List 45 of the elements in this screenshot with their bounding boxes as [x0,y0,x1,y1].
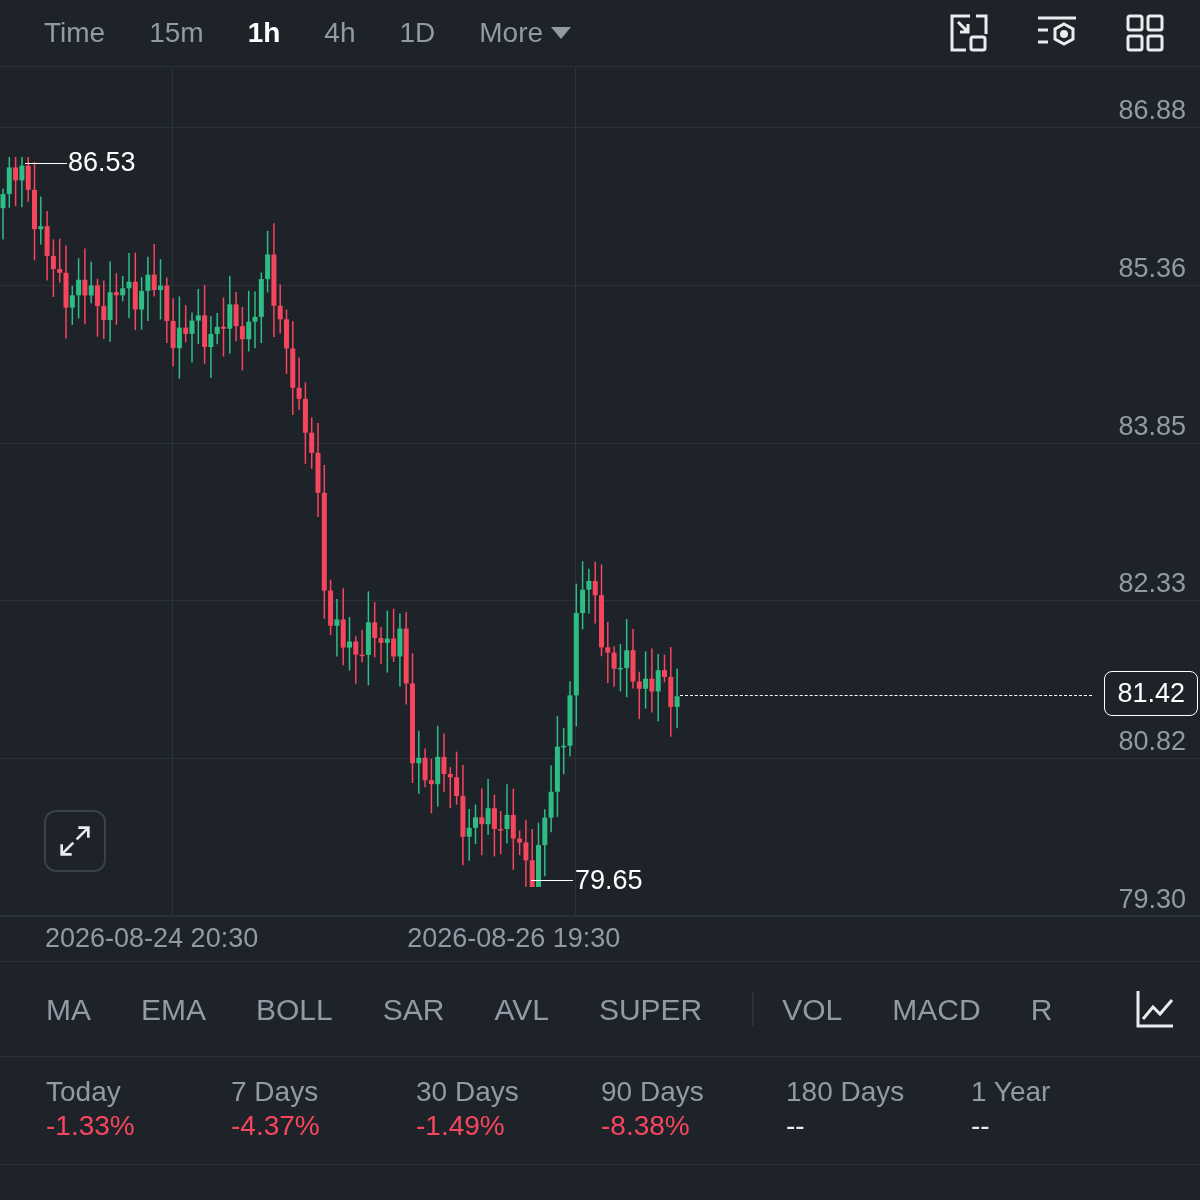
price-tick-label: 83.85 [1118,412,1186,440]
indicator-tab[interactable]: SUPER [598,986,703,1032]
period-label: 180 Days [786,1075,906,1109]
date-axis-label: 2026-08-26 19:30 [407,922,621,956]
grid-icon[interactable] [1126,14,1164,52]
last-price-label: 81.42 [1104,671,1198,716]
price-tick-label: 82.33 [1118,570,1186,598]
indicator-tab[interactable]: BOLL [256,986,333,1032]
price-tick-label: 79.30 [1118,886,1186,913]
price-change-value: -- [971,1109,990,1143]
indicator-tab[interactable]: EMA [141,986,206,1032]
expand-button[interactable] [44,810,106,872]
low-price-label: 79.65 [575,867,643,894]
more-dropdown[interactable]: More [479,12,572,54]
price-change-value: -8.38% [601,1109,690,1143]
period-label: 1 Year [971,1075,1052,1109]
period-label: 90 Days [601,1075,705,1109]
date-axis-label: 2026-08-24 20:30 [45,922,259,956]
price-change-value: -1.49% [416,1109,505,1143]
price-tick-label: 80.82 [1118,728,1186,756]
line-chart-icon[interactable] [1135,989,1175,1029]
price-change-value: -4.37% [231,1109,320,1143]
indicator-tab[interactable]: MACD [892,986,981,1032]
period-label: Today [46,1075,122,1109]
leader-line [531,880,573,881]
price-change-value: -- [786,1109,805,1143]
interval-tab[interactable]: 1D [399,12,436,54]
leader-line [25,163,67,164]
period-label: 30 Days [416,1075,520,1109]
indicator-tab[interactable]: R [1030,986,1053,1032]
period-label: 7 Days [231,1075,320,1109]
indicator-tab[interactable]: MA [46,986,91,1032]
price-change-value: -1.33% [46,1109,135,1143]
indicator-tab[interactable]: VOL [782,986,843,1032]
interval-tab[interactable]: 4h [324,12,356,54]
interval-tab[interactable]: 15m [149,12,204,54]
caret-icon [551,27,572,39]
price-tick-label: 86.88 [1118,97,1186,124]
high-price-label: 86.53 [68,149,136,176]
interval-tab[interactable]: Time [44,12,106,54]
picture-in-picture-icon[interactable] [950,14,988,52]
indicator-tab[interactable]: AVL [494,986,549,1032]
indicator-tab[interactable]: SAR [382,986,445,1032]
price-tick-label: 85.36 [1118,254,1186,282]
interval-tab[interactable]: 1h [247,12,281,54]
